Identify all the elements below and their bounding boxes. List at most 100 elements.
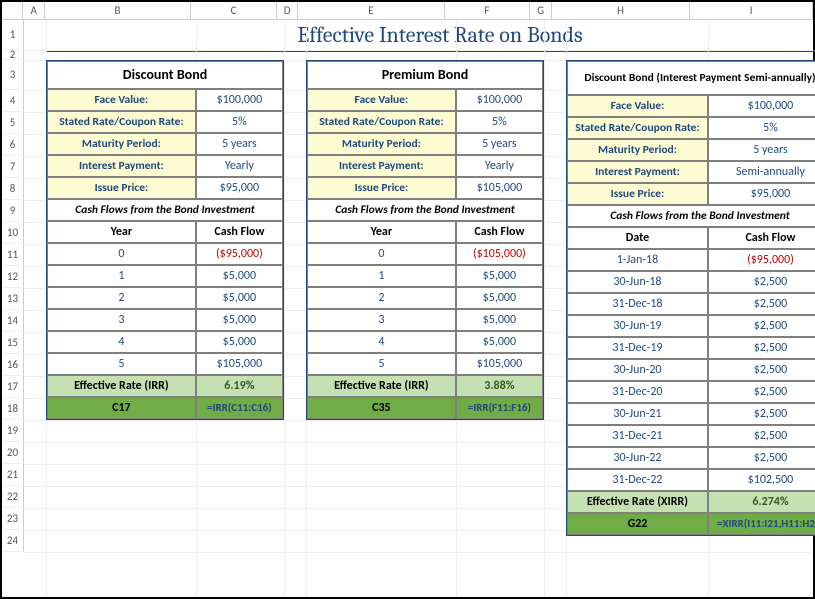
data-cell[interactable]: 2 — [307, 287, 456, 309]
param-label[interactable]: Interest Payment: — [307, 155, 456, 177]
data-cell[interactable]: $102,500 — [708, 469, 815, 491]
row-11[interactable]: 11 — [2, 244, 24, 266]
data-cell[interactable]: $5,000 — [196, 331, 283, 353]
col-header[interactable]: Cash Flow — [196, 221, 283, 243]
col-A[interactable]: A — [23, 2, 44, 19]
col-header[interactable]: Year — [47, 221, 196, 243]
data-cell[interactable]: $5,000 — [196, 287, 283, 309]
effective-rate-value[interactable]: 6.274% — [708, 491, 815, 513]
data-cell[interactable]: 1 — [307, 265, 456, 287]
data-cell[interactable]: 3 — [307, 309, 456, 331]
param-label[interactable]: Issue Price: — [307, 177, 456, 199]
param-label[interactable]: Face Value: — [307, 89, 456, 111]
table-title[interactable]: Premium Bond — [307, 61, 543, 89]
data-cell[interactable]: $5,000 — [456, 287, 543, 309]
col-I[interactable]: I — [690, 2, 813, 19]
row-1[interactable]: 1 — [2, 20, 24, 50]
data-cell[interactable]: 5 — [47, 353, 196, 375]
row-6[interactable]: 6 — [2, 134, 24, 156]
row-9[interactable]: 9 — [2, 200, 24, 222]
effective-rate-value[interactable]: 6.19% — [196, 375, 283, 397]
data-cell[interactable]: $105,000 — [456, 353, 543, 375]
param-value[interactable]: 5 years — [196, 133, 283, 155]
data-cell[interactable]: 4 — [47, 331, 196, 353]
effective-rate-label[interactable]: Effective Rate (XIRR) — [567, 491, 708, 513]
data-cell[interactable]: 4 — [307, 331, 456, 353]
row-7[interactable]: 7 — [2, 156, 24, 178]
col-D[interactable]: D — [277, 2, 298, 19]
row-15[interactable]: 15 — [2, 332, 24, 354]
param-value[interactable]: Semi-annually — [708, 161, 815, 183]
col-H[interactable]: H — [552, 2, 690, 19]
col-header[interactable]: Cash Flow — [708, 227, 815, 249]
data-cell[interactable]: $5,000 — [196, 309, 283, 331]
param-label[interactable]: Interest Payment: — [567, 161, 708, 183]
row-14[interactable]: 14 — [2, 310, 24, 332]
effective-rate-label[interactable]: Effective Rate (IRR) — [307, 375, 456, 397]
param-label[interactable]: Maturity Period: — [567, 139, 708, 161]
param-value[interactable]: $100,000 — [196, 89, 283, 111]
param-value[interactable]: $95,000 — [708, 183, 815, 205]
effective-rate-value[interactable]: 3.88% — [456, 375, 543, 397]
col-B[interactable]: B — [45, 2, 191, 19]
row-8[interactable]: 8 — [2, 178, 24, 200]
formula-ref[interactable]: G22 — [567, 513, 708, 535]
table-title[interactable]: Discount Bond — [47, 61, 283, 89]
param-label[interactable]: Maturity Period: — [307, 133, 456, 155]
param-label[interactable]: Maturity Period: — [47, 133, 196, 155]
param-value[interactable]: 5% — [708, 117, 815, 139]
param-value[interactable]: Yearly — [196, 155, 283, 177]
grid-area[interactable]: Effective Interest Rate on Bonds Discoun… — [24, 20, 813, 597]
data-cell[interactable]: 30-Jun-20 — [567, 359, 708, 381]
formula-ref[interactable]: C35 — [307, 397, 456, 419]
col-C[interactable]: C — [191, 2, 277, 19]
data-cell[interactable]: $2,500 — [708, 293, 815, 315]
data-cell[interactable]: 3 — [47, 309, 196, 331]
data-cell[interactable]: 30-Jun-22 — [567, 447, 708, 469]
row-18[interactable]: 18 — [2, 398, 24, 420]
data-cell[interactable]: $5,000 — [456, 309, 543, 331]
formula-ref[interactable]: C17 — [47, 397, 196, 419]
param-value[interactable]: $100,000 — [456, 89, 543, 111]
data-cell[interactable]: $5,000 — [456, 331, 543, 353]
data-cell[interactable]: $2,500 — [708, 359, 815, 381]
param-value[interactable]: 5 years — [456, 133, 543, 155]
param-label[interactable]: Issue Price: — [567, 183, 708, 205]
row-3[interactable]: 3 — [2, 60, 24, 90]
param-value[interactable]: $105,000 — [456, 177, 543, 199]
data-cell[interactable]: 30-Jun-21 — [567, 403, 708, 425]
data-cell[interactable]: 31-Dec-18 — [567, 293, 708, 315]
param-value[interactable]: Yearly — [456, 155, 543, 177]
param-label[interactable]: Face Value: — [567, 95, 708, 117]
section-header[interactable]: Cash Flows from the Bond Investment — [307, 199, 543, 221]
col-header[interactable]: Date — [567, 227, 708, 249]
data-cell[interactable]: 31-Dec-20 — [567, 381, 708, 403]
data-cell[interactable]: 2 — [47, 287, 196, 309]
param-value[interactable]: $95,000 — [196, 177, 283, 199]
param-value[interactable]: 5% — [456, 111, 543, 133]
row-13[interactable]: 13 — [2, 288, 24, 310]
param-label[interactable]: Issue Price: — [47, 177, 196, 199]
data-cell[interactable]: ($105,000) — [456, 243, 543, 265]
row-16[interactable]: 16 — [2, 354, 24, 376]
param-value[interactable]: 5 years — [708, 139, 815, 161]
col-F[interactable]: F — [445, 2, 531, 19]
col-header[interactable]: Cash Flow — [456, 221, 543, 243]
data-cell[interactable]: $5,000 — [196, 265, 283, 287]
data-cell[interactable]: 0 — [307, 243, 456, 265]
row-23[interactable]: 23 — [2, 508, 24, 530]
data-cell[interactable]: $105,000 — [196, 353, 283, 375]
formula-text[interactable]: =IRR(F11:F16) — [456, 397, 543, 419]
col-header[interactable]: Year — [307, 221, 456, 243]
section-header[interactable]: Cash Flows from the Bond Investment — [47, 199, 283, 221]
data-cell[interactable]: 30-Jun-18 — [567, 271, 708, 293]
data-cell[interactable]: ($95,000) — [708, 249, 815, 271]
formula-text[interactable]: =XIRR(I11:I21,H11:H21) — [708, 513, 815, 535]
effective-rate-label[interactable]: Effective Rate (IRR) — [47, 375, 196, 397]
data-cell[interactable]: 1-Jan-18 — [567, 249, 708, 271]
row-4[interactable]: 4 — [2, 90, 24, 112]
data-cell[interactable]: 1 — [47, 265, 196, 287]
data-cell[interactable]: $2,500 — [708, 337, 815, 359]
row-24[interactable]: 24 — [2, 530, 24, 552]
data-cell[interactable]: $5,000 — [456, 265, 543, 287]
